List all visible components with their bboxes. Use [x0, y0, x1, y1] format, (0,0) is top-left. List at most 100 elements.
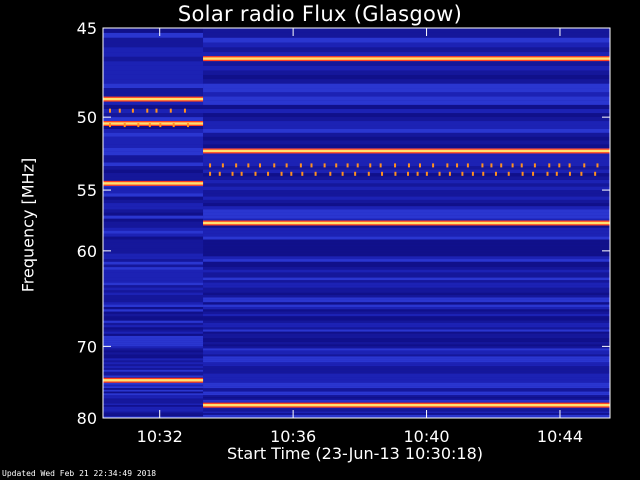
segment-band	[203, 227, 610, 231]
segment-band	[203, 144, 610, 148]
segment-band	[103, 348, 204, 351]
segment-band	[103, 264, 204, 268]
segment-band	[103, 28, 204, 33]
segment-band	[103, 333, 204, 336]
burst-mark	[118, 108, 121, 113]
segment-band	[103, 304, 204, 307]
segment-band	[103, 384, 204, 387]
segment-band	[203, 275, 610, 278]
segment-band	[203, 306, 610, 310]
segment-band	[103, 104, 204, 110]
burst-mark	[209, 171, 212, 176]
burst-mark	[481, 163, 484, 168]
segment-band	[103, 261, 204, 265]
segment-band	[103, 83, 204, 89]
segment-band	[103, 350, 204, 353]
segment-band	[203, 65, 610, 71]
segment-band	[203, 109, 610, 114]
segment-band	[203, 362, 610, 365]
segment-band	[203, 125, 610, 129]
segment-band	[203, 340, 610, 343]
segment-band	[103, 371, 204, 374]
burst-mark	[299, 163, 302, 168]
segment-band	[203, 302, 610, 305]
burst-mark	[568, 163, 571, 168]
segment-band	[103, 70, 204, 75]
segment-band	[203, 375, 610, 378]
segment-band	[203, 269, 610, 273]
segment-band	[103, 297, 204, 300]
y-tick-label: 70	[77, 337, 97, 356]
segment-band	[103, 242, 204, 246]
segment-band	[103, 306, 204, 310]
segment-band	[103, 375, 204, 378]
burst-mark	[558, 163, 561, 168]
segment-band	[103, 267, 204, 270]
segment-band	[203, 183, 610, 187]
burst-mark	[418, 163, 421, 168]
segment-band	[203, 155, 610, 159]
burst-mark	[580, 171, 583, 176]
burst-mark	[259, 163, 262, 168]
segment-band	[103, 140, 204, 145]
segment-band	[103, 354, 204, 357]
segment-band	[203, 377, 610, 380]
segment-band	[203, 267, 610, 270]
segment-band	[203, 327, 610, 330]
segment-band	[103, 203, 204, 207]
segment-band	[103, 342, 204, 345]
emission-line	[203, 221, 610, 225]
segment-band	[103, 42, 204, 48]
segment-band	[103, 393, 204, 396]
burst-mark	[548, 163, 551, 168]
segment-band	[103, 47, 204, 53]
segment-band	[103, 356, 204, 359]
segment-band	[203, 96, 610, 101]
burst-mark	[507, 171, 510, 176]
burst-mark	[438, 171, 441, 176]
burst-mark	[310, 163, 313, 168]
segment-band	[203, 309, 610, 312]
segment-band	[203, 74, 610, 80]
segment-band	[203, 354, 610, 357]
segment-band	[103, 320, 204, 323]
segment-band	[203, 173, 610, 177]
segment-band	[203, 236, 610, 240]
segment-band	[203, 215, 610, 219]
segment-band	[103, 233, 204, 237]
burst-mark	[301, 171, 304, 176]
burst-mark	[109, 108, 111, 113]
segment-band	[103, 290, 204, 293]
segment-band	[103, 410, 204, 412]
burst-mark	[267, 171, 270, 176]
burst-mark	[172, 123, 175, 128]
segment-band	[203, 287, 610, 291]
segment-band	[203, 396, 610, 399]
segment-band	[103, 190, 204, 194]
segment-band	[103, 382, 204, 385]
segment-band	[103, 224, 204, 228]
segment-band	[203, 398, 610, 401]
segment-band	[203, 413, 610, 415]
segment-band	[203, 391, 610, 394]
segment-band	[203, 316, 610, 319]
segment-band	[103, 186, 204, 191]
segment-band	[103, 128, 204, 133]
burst-mark	[369, 163, 372, 168]
segment-band	[103, 287, 204, 291]
segment-band	[203, 136, 610, 141]
segment-band	[103, 277, 204, 281]
segment-band	[203, 140, 610, 145]
segment-band	[203, 113, 610, 118]
segment-band	[203, 313, 610, 317]
segment-band	[203, 371, 610, 374]
segment-band	[103, 65, 204, 71]
emission-line	[103, 379, 204, 382]
segment-band	[103, 206, 204, 210]
segment-band	[103, 413, 204, 415]
segment-band	[203, 100, 610, 105]
segment-band	[103, 259, 204, 262]
segment-band	[203, 261, 610, 265]
segment-band	[203, 245, 610, 249]
segment-band	[103, 215, 204, 219]
